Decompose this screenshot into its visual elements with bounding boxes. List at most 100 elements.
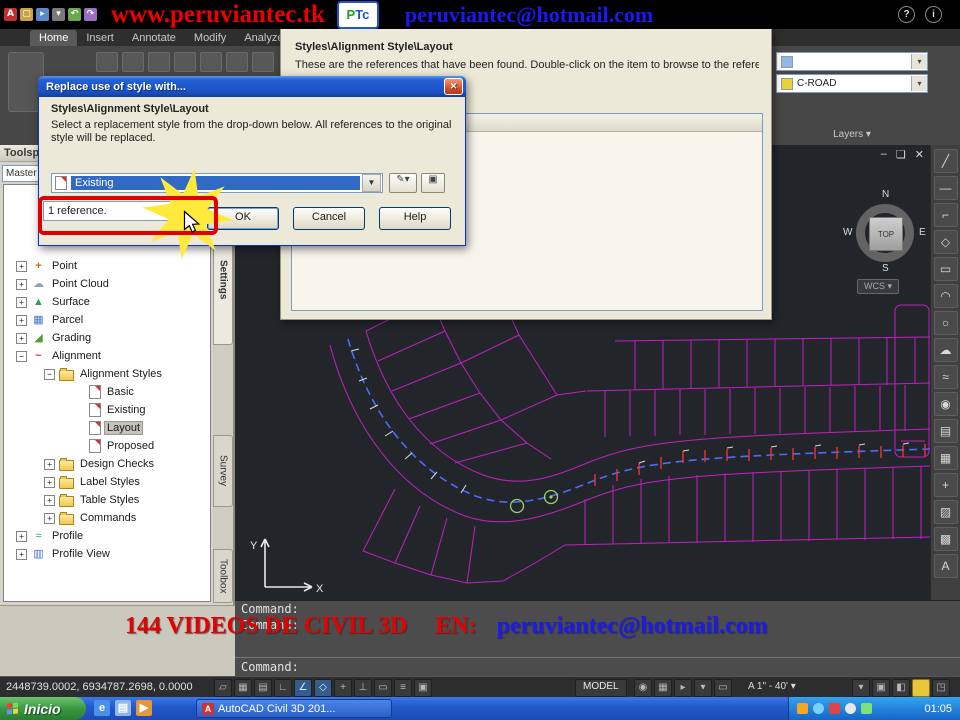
volume-tray-icon[interactable] — [845, 703, 856, 714]
wcs-menu[interactable]: WCS ▾ — [857, 279, 900, 294]
expand-icon[interactable]: + — [16, 548, 27, 560]
model-space-button[interactable]: MODEL — [575, 679, 627, 697]
collapse-icon[interactable]: − — [44, 368, 55, 380]
grid-icon[interactable]: ▤ — [254, 679, 272, 697]
info-icon[interactable]: i — [925, 6, 942, 23]
tree-item-label-styles[interactable]: + Label Styles — [4, 473, 210, 491]
lineweight-icon[interactable]: ≡ — [394, 679, 412, 697]
expand-icon[interactable]: + — [16, 314, 27, 326]
toolspace-tab-toolbox[interactable]: Toolbox — [213, 549, 233, 603]
redo-icon[interactable]: ↷ — [84, 8, 97, 21]
ribbon-tool-icon[interactable] — [226, 52, 248, 72]
object-snap-icon[interactable]: ◇ — [314, 679, 332, 697]
cleanscreen-icon[interactable]: ◳ — [932, 679, 950, 697]
chevron-down-icon[interactable]: ▾ — [911, 76, 927, 91]
ellipse-icon[interactable]: ◉ — [933, 392, 958, 416]
clock[interactable]: 01:05 — [924, 703, 952, 715]
tree-item-design-checks[interactable]: + Design Checks — [4, 455, 210, 473]
tree-item-alignment-styles[interactable]: − Alignment Styles — [4, 365, 210, 383]
restore-icon[interactable]: ❏ — [896, 148, 906, 161]
ribbon-tab-annotate[interactable]: Annotate — [123, 30, 185, 46]
ducs-icon[interactable]: ⊥ — [354, 679, 372, 697]
current-layer-combo[interactable]: C-ROAD ▾ — [776, 74, 928, 93]
cancel-button[interactable]: Cancel — [293, 207, 365, 230]
ortho-icon[interactable]: ∟ — [274, 679, 292, 697]
ribbon-tool-icon[interactable] — [252, 52, 274, 72]
expand-icon[interactable]: + — [16, 260, 27, 272]
rectangle-icon[interactable]: ▭ — [933, 257, 958, 281]
quick-view-drawings-icon[interactable]: ▦ — [654, 679, 672, 697]
snap-icon[interactable]: ▦ — [234, 679, 252, 697]
collapse-icon[interactable]: − — [16, 350, 27, 362]
pick-style-button[interactable]: ▣ — [421, 173, 445, 193]
help-button[interactable]: Help — [379, 207, 451, 230]
workspace-switch-icon[interactable]: ▾ — [852, 679, 870, 697]
tree-item-table-styles[interactable]: + Table Styles — [4, 491, 210, 509]
ribbon-tool-icon[interactable] — [148, 52, 170, 72]
circle-icon[interactable]: ○ — [933, 311, 958, 335]
edit-style-button[interactable]: ✎▾ — [389, 173, 417, 193]
tree-item-basic[interactable]: Basic — [4, 383, 210, 401]
network-tray-icon[interactable] — [813, 703, 824, 714]
tree-item-proposed[interactable]: Proposed — [4, 437, 210, 455]
infer-constraints-icon[interactable]: ▱ — [214, 679, 232, 697]
dynamic-input-icon[interactable]: ▭ — [374, 679, 392, 697]
revision-cloud-icon[interactable]: ☁ — [933, 338, 958, 362]
expand-icon[interactable]: + — [16, 296, 27, 308]
tree-item-parcel[interactable]: + ▦ Parcel — [4, 311, 210, 329]
viewcube-top-face[interactable]: TOP — [869, 217, 903, 251]
internet-explorer-icon[interactable]: e — [94, 700, 110, 716]
arc-icon[interactable]: ◠ — [933, 284, 958, 308]
expand-icon[interactable]: + — [44, 494, 55, 506]
polyline-icon[interactable]: ⌐ — [933, 203, 958, 227]
pan-icon[interactable]: ▭ — [714, 679, 732, 697]
start-button[interactable]: Inicio — [0, 697, 86, 720]
taskbar-item-autocad[interactable]: A AutoCAD Civil 3D 201... — [196, 699, 392, 718]
save-icon[interactable]: ▾ — [52, 8, 65, 21]
create-block-icon[interactable]: ▦ — [933, 446, 958, 470]
expand-icon[interactable]: + — [44, 476, 55, 488]
gradient-icon[interactable]: ▩ — [933, 527, 958, 551]
close-icon[interactable]: ✕ — [444, 78, 463, 95]
ribbon-tool-icon[interactable] — [122, 52, 144, 72]
ribbon-tab-home[interactable]: Home — [30, 30, 78, 46]
quick-view-layouts-icon[interactable]: ◉ — [634, 679, 652, 697]
expand-icon[interactable]: + — [16, 278, 27, 290]
layers-panel-title[interactable]: Layers ▾ — [772, 129, 932, 140]
spline-icon[interactable]: ≈ — [933, 365, 958, 389]
polygon-icon[interactable]: ◇ — [933, 230, 958, 254]
line-icon[interactable]: ╱ — [933, 149, 958, 173]
ribbon-tab-insert[interactable]: Insert — [77, 30, 123, 46]
compass-north[interactable]: N — [882, 189, 889, 200]
command-input-line[interactable]: Command: — [235, 657, 960, 676]
layer-state-combo[interactable]: ▾ — [776, 52, 928, 71]
tree-item-point[interactable]: + + Point — [4, 257, 210, 275]
ribbon-tool-icon[interactable] — [96, 52, 118, 72]
tree-item-profile[interactable]: + ≈ Profile — [4, 527, 210, 545]
tree-item-alignment[interactable]: − ~ Alignment — [4, 347, 210, 365]
undo-icon[interactable]: ↶ — [68, 8, 81, 21]
annotation-monitor-icon[interactable] — [912, 679, 930, 697]
compass-west[interactable]: W — [843, 227, 852, 238]
lock-ui-icon[interactable]: ▣ — [872, 679, 890, 697]
view-compass[interactable]: N E S W TOP — [843, 189, 927, 275]
tree-item-point-cloud[interactable]: + ☁ Point Cloud — [4, 275, 210, 293]
security-tray-icon[interactable] — [829, 703, 840, 714]
hatch-icon[interactable]: ▨ — [933, 500, 958, 524]
tree-item-commands[interactable]: + Commands — [4, 509, 210, 527]
text-icon[interactable]: A — [933, 554, 958, 578]
expand-icon[interactable]: + — [44, 512, 55, 524]
tree-item-profile-view[interactable]: + ▥ Profile View — [4, 545, 210, 563]
chevron-down-icon[interactable]: ▼ — [362, 174, 381, 192]
steering-wheel-icon[interactable]: ▸ — [674, 679, 692, 697]
ribbon-tab-modify[interactable]: Modify — [185, 30, 235, 46]
chevron-down-icon[interactable]: ▾ — [911, 54, 927, 69]
tree-item-existing[interactable]: Existing — [4, 401, 210, 419]
compass-south[interactable]: S — [882, 263, 889, 274]
expand-icon[interactable]: + — [16, 530, 27, 542]
media-player-icon[interactable]: ▶ — [136, 700, 152, 716]
open-icon[interactable]: ▸ — [36, 8, 49, 21]
help-icon[interactable]: ? — [898, 6, 915, 23]
messenger-tray-icon[interactable] — [861, 703, 872, 714]
annotation-scale-button[interactable]: A 1" - 40' ▾ — [748, 681, 796, 692]
